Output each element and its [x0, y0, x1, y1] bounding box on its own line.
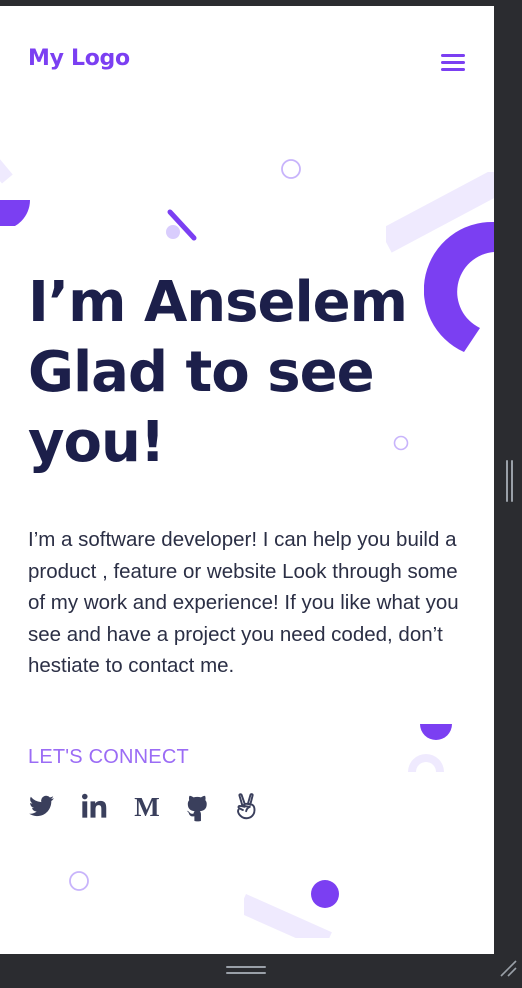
hero-description: I’m a software developer! I can help you…: [28, 528, 459, 678]
hero-title: I’m Anselem Glad to see you!: [28, 268, 458, 478]
page-viewport: My Logo I’m Anselem Glad to see you! I’m…: [0, 6, 494, 954]
decor-ring-small-top: [281, 159, 301, 179]
hero-title-line-1: I’m Anselem: [28, 270, 408, 335]
twitter-icon[interactable]: [28, 792, 55, 824]
lets-connect-label: LET'S CONNECT: [28, 746, 189, 768]
side-resize-handle[interactable]: [504, 460, 514, 502]
hero-title-line-2: Glad to see: [28, 340, 375, 405]
angellist-icon[interactable]: [234, 792, 260, 826]
decor-half-discs-right: [408, 724, 452, 772]
decor-bar-and-dot-bottom: [244, 880, 339, 938]
hamburger-menu-icon[interactable]: [441, 52, 465, 72]
corner-resize-grip-icon[interactable]: [498, 958, 518, 978]
decor-ring-bottom-left: [69, 871, 89, 891]
medium-icon[interactable]: M: [132, 792, 162, 824]
decor-half-circle-top-left: [0, 156, 30, 226]
svg-text:M: M: [134, 792, 159, 820]
hero-title-line-3: you!: [28, 410, 165, 475]
github-icon[interactable]: [185, 792, 213, 826]
decor-stick-and-dot: [166, 209, 197, 241]
bottom-resize-handle[interactable]: [226, 966, 266, 976]
linkedin-icon[interactable]: [80, 792, 108, 824]
site-logo[interactable]: My Logo: [28, 46, 130, 71]
